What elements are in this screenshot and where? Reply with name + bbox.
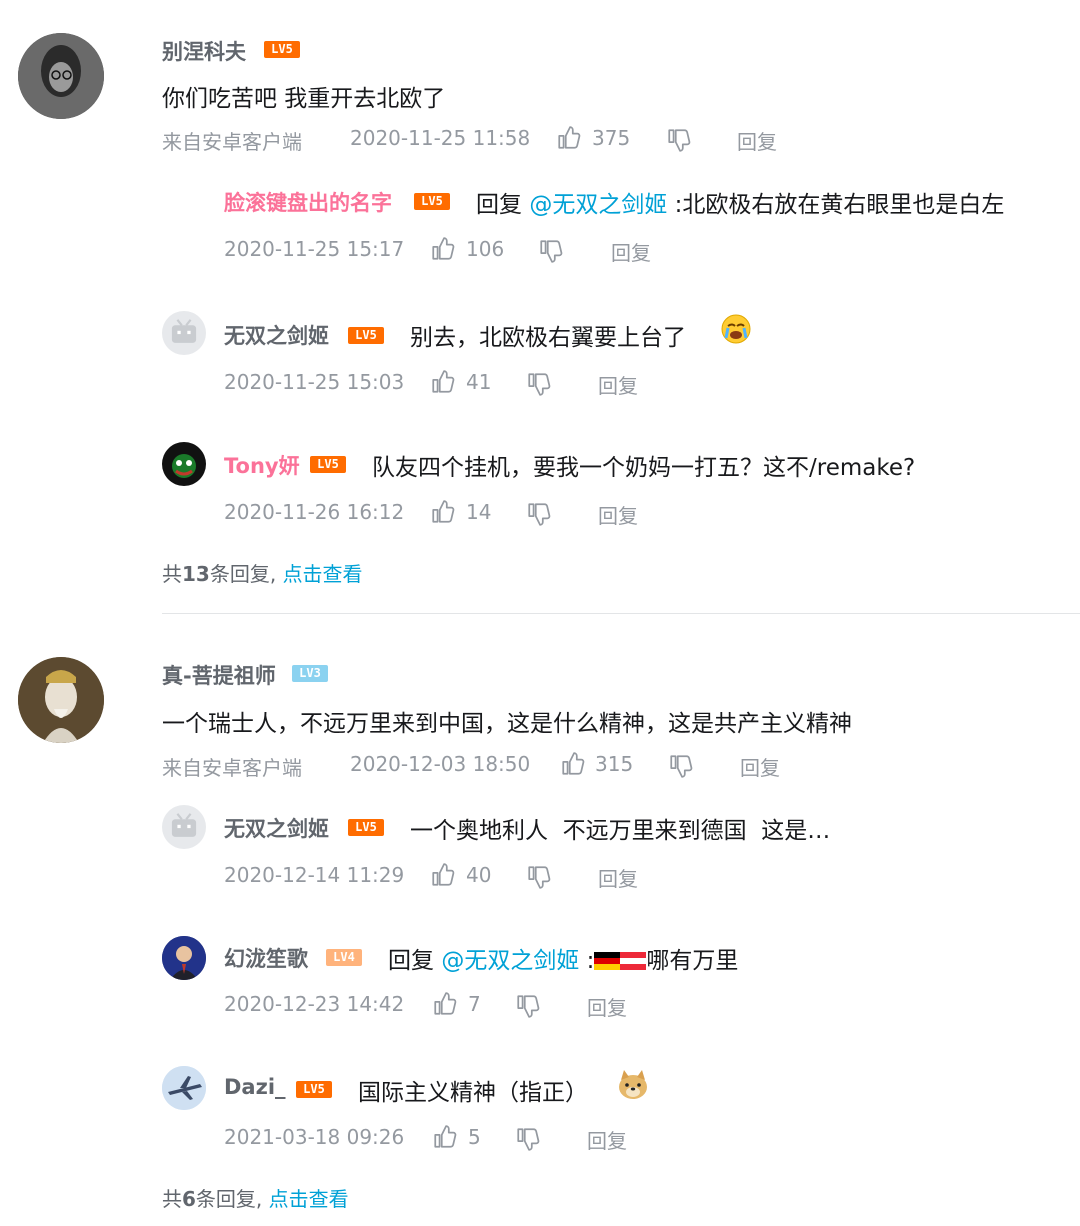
reply-button[interactable]: 回复 [587, 992, 627, 1021]
comment-text: 一个瑞士人，不远万里来到中国，这是什么精神，这是共产主义精神 [162, 711, 852, 737]
like-count: 5 [468, 1125, 481, 1149]
austria-flag-icon [620, 952, 647, 970]
reply-author[interactable]: 无双之剑姬 [224, 320, 329, 350]
comment-source: 来自安卓客户端 [162, 130, 302, 154]
level-badge: LV5 [348, 327, 384, 344]
reply-author[interactable]: 无双之剑姬 [224, 813, 329, 843]
avatar[interactable] [18, 33, 104, 119]
level-badge: LV5 [348, 819, 384, 836]
reply-time: 2020-12-23 14:42 [224, 992, 405, 1016]
reply-text: 一个奥地利人 不远万里来到德国 这是… [410, 818, 831, 844]
dislike-icon[interactable] [526, 864, 552, 890]
like-icon[interactable] [560, 751, 586, 777]
dislike-icon[interactable] [526, 501, 552, 527]
reply-author[interactable]: 脸滚键盘出的名字 [224, 187, 392, 217]
reply-button[interactable]: 回复 [598, 863, 638, 892]
like-count: 106 [466, 237, 505, 261]
level-badge: LV3 [292, 665, 328, 682]
reply-text: 回复 @无双之剑姬 :北欧极右放在黄右眼里也是白左 [476, 185, 1004, 219]
avatar[interactable] [18, 657, 104, 743]
mention-link[interactable]: @无双之剑姬 [529, 192, 667, 218]
more-replies: 共6条回复, 点击查看 [162, 1187, 349, 1211]
reply-button[interactable]: 回复 [598, 500, 638, 529]
doge-emoji [619, 1070, 647, 1099]
avatar[interactable] [162, 936, 206, 980]
reply-button[interactable]: 回复 [611, 237, 651, 266]
reply-text: 回复 @无双之剑姬 : 哪有万里 [388, 941, 738, 975]
reply-time: 2020-11-25 15:03 [224, 370, 405, 394]
germany-flag-icon [594, 952, 621, 970]
reply-author[interactable]: 幻泷笙歌 [224, 943, 308, 973]
like-icon[interactable] [432, 1124, 458, 1150]
like-count: 375 [592, 126, 631, 150]
dislike-icon[interactable] [668, 753, 694, 779]
level-badge: LV5 [310, 456, 346, 473]
like-icon[interactable] [430, 236, 456, 262]
reply-time: 2021-03-18 09:26 [224, 1125, 405, 1149]
reply-time: 2020-12-14 11:29 [224, 863, 405, 887]
reply-button[interactable]: 回复 [587, 1125, 627, 1154]
like-icon[interactable] [430, 862, 456, 888]
reply-content: :北欧极右放在黄右眼里也是白左 [674, 192, 1005, 218]
reply-author[interactable]: Dazi_ [224, 1075, 286, 1099]
like-count: 40 [466, 863, 492, 887]
reply-time: 2020-11-26 16:12 [224, 500, 405, 524]
avatar[interactable] [162, 1066, 206, 1110]
level-badge: LV5 [414, 193, 450, 210]
more-replies: 共13条回复, 点击查看 [162, 562, 363, 586]
dislike-icon[interactable] [538, 238, 564, 264]
reply-text: 国际主义精神（指正） [358, 1080, 588, 1106]
like-icon[interactable] [432, 991, 458, 1017]
reply-prefix: 回复 [476, 192, 522, 218]
dislike-icon[interactable] [515, 1126, 541, 1152]
level-badge: LV5 [296, 1081, 332, 1098]
thread-divider [162, 613, 1080, 614]
avatar[interactable] [162, 311, 206, 355]
dislike-icon[interactable] [666, 127, 692, 153]
like-count: 7 [468, 992, 481, 1016]
reply-colon: : [586, 948, 595, 974]
reply-button[interactable]: 回复 [598, 370, 638, 399]
comment-source: 来自安卓客户端 [162, 756, 302, 780]
like-count: 315 [595, 752, 634, 776]
reply-button[interactable]: 回复 [740, 752, 780, 781]
reply-text: 别去，北欧极右翼要上台了 [410, 325, 686, 351]
comment-time: 2020-11-25 11:58 [350, 126, 531, 150]
like-icon[interactable] [430, 499, 456, 525]
avatar[interactable] [162, 805, 206, 849]
reply-content: 哪有万里 [646, 948, 739, 974]
reply-author[interactable]: Tony妍 [224, 450, 300, 480]
crying-face-emoji [721, 314, 751, 344]
reply-text: 队友四个挂机，要我一个奶妈一打五？这不/remake? [372, 455, 916, 481]
level-badge: LV5 [264, 41, 300, 58]
like-count: 14 [466, 500, 492, 524]
view-more-link[interactable]: 点击查看 [283, 562, 363, 586]
reply-time: 2020-11-25 15:17 [224, 237, 405, 261]
reply-prefix: 回复 [388, 948, 434, 974]
dislike-icon[interactable] [526, 371, 552, 397]
avatar[interactable] [162, 442, 206, 486]
reply-button[interactable]: 回复 [737, 126, 777, 155]
level-badge: LV4 [326, 949, 362, 966]
mention-link[interactable]: @无双之剑姬 [441, 948, 579, 974]
comment-author[interactable]: 别涅科夫 [162, 36, 246, 66]
like-count: 41 [466, 370, 492, 394]
comment-text: 你们吃苦吧 我重开去北欧了 [162, 86, 446, 112]
comment-time: 2020-12-03 18:50 [350, 752, 531, 776]
like-icon[interactable] [430, 369, 456, 395]
like-icon[interactable] [556, 125, 582, 151]
view-more-link[interactable]: 点击查看 [269, 1187, 349, 1211]
comment-author[interactable]: 真-菩提祖师 [162, 660, 276, 690]
dislike-icon[interactable] [515, 993, 541, 1019]
